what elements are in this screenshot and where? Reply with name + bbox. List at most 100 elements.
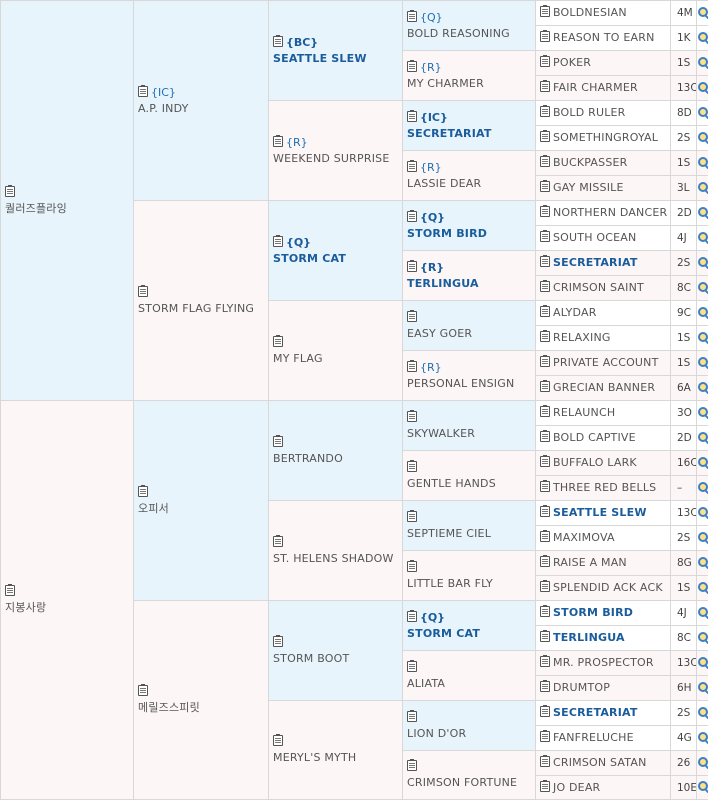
clipboard-icon[interactable] bbox=[540, 231, 550, 242]
magnifier-icon[interactable] bbox=[698, 157, 708, 167]
horse-name[interactable]: LION D'OR bbox=[407, 726, 535, 742]
search-cell[interactable] bbox=[697, 151, 708, 176]
magnifier-icon[interactable] bbox=[698, 657, 708, 667]
clipboard-icon[interactable] bbox=[540, 181, 550, 192]
search-cell[interactable] bbox=[697, 651, 708, 676]
magnifier-icon[interactable] bbox=[698, 32, 708, 42]
gen4-horse-cell[interactable]: LION D'OR bbox=[403, 701, 536, 751]
gen4-horse-cell[interactable]: CRIMSON FORTUNE bbox=[403, 751, 536, 800]
gen4-horse-cell[interactable]: {Q}STORM BIRD bbox=[403, 201, 536, 251]
gen5-horse-cell[interactable]: DRUMTOP bbox=[536, 676, 671, 701]
horse-name[interactable]: SEPTIEME CIEL bbox=[407, 526, 535, 542]
clipboard-icon[interactable] bbox=[5, 186, 15, 197]
horse-name[interactable]: 메릴즈스피릿 bbox=[138, 700, 268, 716]
horse-name[interactable]: MR. PROSPECTOR bbox=[553, 656, 654, 669]
horse-name[interactable]: GRECIAN BANNER bbox=[553, 381, 655, 394]
horse-name[interactable]: CRIMSON FORTUNE bbox=[407, 775, 535, 791]
clipboard-icon[interactable] bbox=[540, 281, 550, 292]
gen3-horse-cell[interactable]: MERYL'S MYTH bbox=[269, 701, 403, 800]
magnifier-icon[interactable] bbox=[698, 532, 708, 542]
search-cell[interactable] bbox=[697, 451, 708, 476]
magnifier-icon[interactable] bbox=[698, 732, 708, 742]
clipboard-icon[interactable] bbox=[540, 56, 550, 67]
clipboard-icon[interactable] bbox=[5, 585, 15, 596]
clipboard-icon[interactable] bbox=[540, 531, 550, 542]
gen4-horse-cell[interactable]: {Q}STORM CAT bbox=[403, 601, 536, 651]
gen5-horse-cell[interactable]: TERLINGUA bbox=[536, 626, 671, 651]
horse-name[interactable]: STORM BIRD bbox=[407, 226, 535, 242]
search-cell[interactable] bbox=[697, 176, 708, 201]
search-cell[interactable] bbox=[697, 51, 708, 76]
gen5-horse-cell[interactable]: SEATTLE SLEW bbox=[536, 501, 671, 526]
magnifier-icon[interactable] bbox=[698, 407, 708, 417]
clipboard-icon[interactable] bbox=[273, 636, 283, 647]
horse-name[interactable]: REASON TO EARN bbox=[553, 31, 655, 44]
search-cell[interactable] bbox=[697, 251, 708, 276]
horse-name[interactable]: SECRETARIAT bbox=[407, 126, 535, 142]
horse-name[interactable]: RAISE A MAN bbox=[553, 556, 627, 569]
gen4-horse-cell[interactable]: SKYWALKER bbox=[403, 401, 536, 451]
clipboard-icon[interactable] bbox=[407, 711, 417, 722]
horse-name[interactable]: BOLD RULER bbox=[553, 106, 626, 119]
search-cell[interactable] bbox=[697, 276, 708, 301]
horse-name[interactable]: SECRETARIAT bbox=[553, 706, 638, 719]
horse-name[interactable]: STORM CAT bbox=[273, 251, 402, 267]
clipboard-icon[interactable] bbox=[540, 381, 550, 392]
clipboard-icon[interactable] bbox=[407, 411, 417, 422]
horse-name[interactable]: SEATTLE SLEW bbox=[553, 506, 647, 519]
search-cell[interactable] bbox=[697, 776, 708, 800]
gen4-horse-cell[interactable]: LITTLE BAR FLY bbox=[403, 551, 536, 601]
clipboard-icon[interactable] bbox=[407, 461, 417, 472]
gen5-horse-cell[interactable]: JO DEAR bbox=[536, 776, 671, 800]
search-cell[interactable] bbox=[697, 326, 708, 351]
horse-name[interactable]: GAY MISSILE bbox=[553, 181, 624, 194]
horse-name[interactable]: ALYDAR bbox=[553, 306, 597, 319]
gen2-horse-cell[interactable]: {IC}A.P. INDY bbox=[134, 1, 269, 201]
clipboard-icon[interactable] bbox=[540, 406, 550, 417]
clipboard-icon[interactable] bbox=[407, 261, 417, 272]
clipboard-icon[interactable] bbox=[540, 131, 550, 142]
search-cell[interactable] bbox=[697, 476, 708, 501]
gen4-horse-cell[interactable]: {R}TERLINGUA bbox=[403, 251, 536, 301]
clipboard-icon[interactable] bbox=[138, 685, 148, 696]
gen5-horse-cell[interactable]: REASON TO EARN bbox=[536, 26, 671, 51]
clipboard-icon[interactable] bbox=[407, 11, 417, 22]
horse-name[interactable]: SOMETHINGROYAL bbox=[553, 131, 658, 144]
gen5-horse-cell[interactable]: STORM BIRD bbox=[536, 601, 671, 626]
horse-name[interactable]: SEATTLE SLEW bbox=[273, 51, 402, 67]
horse-name[interactable]: BERTRANDO bbox=[273, 451, 402, 467]
gen5-horse-cell[interactable]: PRIVATE ACCOUNT bbox=[536, 351, 671, 376]
magnifier-icon[interactable] bbox=[698, 757, 708, 767]
gen4-horse-cell[interactable]: {R}PERSONAL ENSIGN bbox=[403, 351, 536, 401]
horse-name[interactable]: RELAUNCH bbox=[553, 406, 615, 419]
horse-name[interactable]: STORM CAT bbox=[407, 626, 535, 642]
gen2-horse-cell[interactable]: 오피서 bbox=[134, 401, 269, 601]
clipboard-icon[interactable] bbox=[540, 456, 550, 467]
clipboard-icon[interactable] bbox=[407, 311, 417, 322]
gen5-horse-cell[interactable]: RELAUNCH bbox=[536, 401, 671, 426]
horse-name[interactable]: GENTLE HANDS bbox=[407, 476, 535, 492]
clipboard-icon[interactable] bbox=[540, 356, 550, 367]
horse-name[interactable]: MERYL'S MYTH bbox=[273, 750, 402, 766]
gen4-horse-cell[interactable]: {IC}SECRETARIAT bbox=[403, 101, 536, 151]
horse-name[interactable]: A.P. INDY bbox=[138, 101, 268, 117]
search-cell[interactable] bbox=[697, 701, 708, 726]
clipboard-icon[interactable] bbox=[540, 481, 550, 492]
horse-name[interactable]: DRUMTOP bbox=[553, 681, 610, 694]
magnifier-icon[interactable] bbox=[698, 781, 708, 791]
clipboard-icon[interactable] bbox=[540, 256, 550, 267]
horse-name[interactable]: PERSONAL ENSIGN bbox=[407, 376, 535, 392]
horse-name[interactable]: 퀄러즈플라잉 bbox=[5, 201, 133, 217]
horse-name[interactable]: STORM FLAG FLYING bbox=[138, 301, 268, 317]
search-cell[interactable] bbox=[697, 401, 708, 426]
horse-name[interactable]: BOLD CAPTIVE bbox=[553, 431, 636, 444]
magnifier-icon[interactable] bbox=[698, 382, 708, 392]
gen4-horse-cell[interactable]: SEPTIEME CIEL bbox=[403, 501, 536, 551]
horse-name[interactable]: STORM BIRD bbox=[553, 606, 633, 619]
clipboard-icon[interactable] bbox=[540, 681, 550, 692]
magnifier-icon[interactable] bbox=[698, 132, 708, 142]
search-cell[interactable] bbox=[697, 551, 708, 576]
horse-name[interactable]: EASY GOER bbox=[407, 326, 535, 342]
clipboard-icon[interactable] bbox=[407, 511, 417, 522]
magnifier-icon[interactable] bbox=[698, 457, 708, 467]
